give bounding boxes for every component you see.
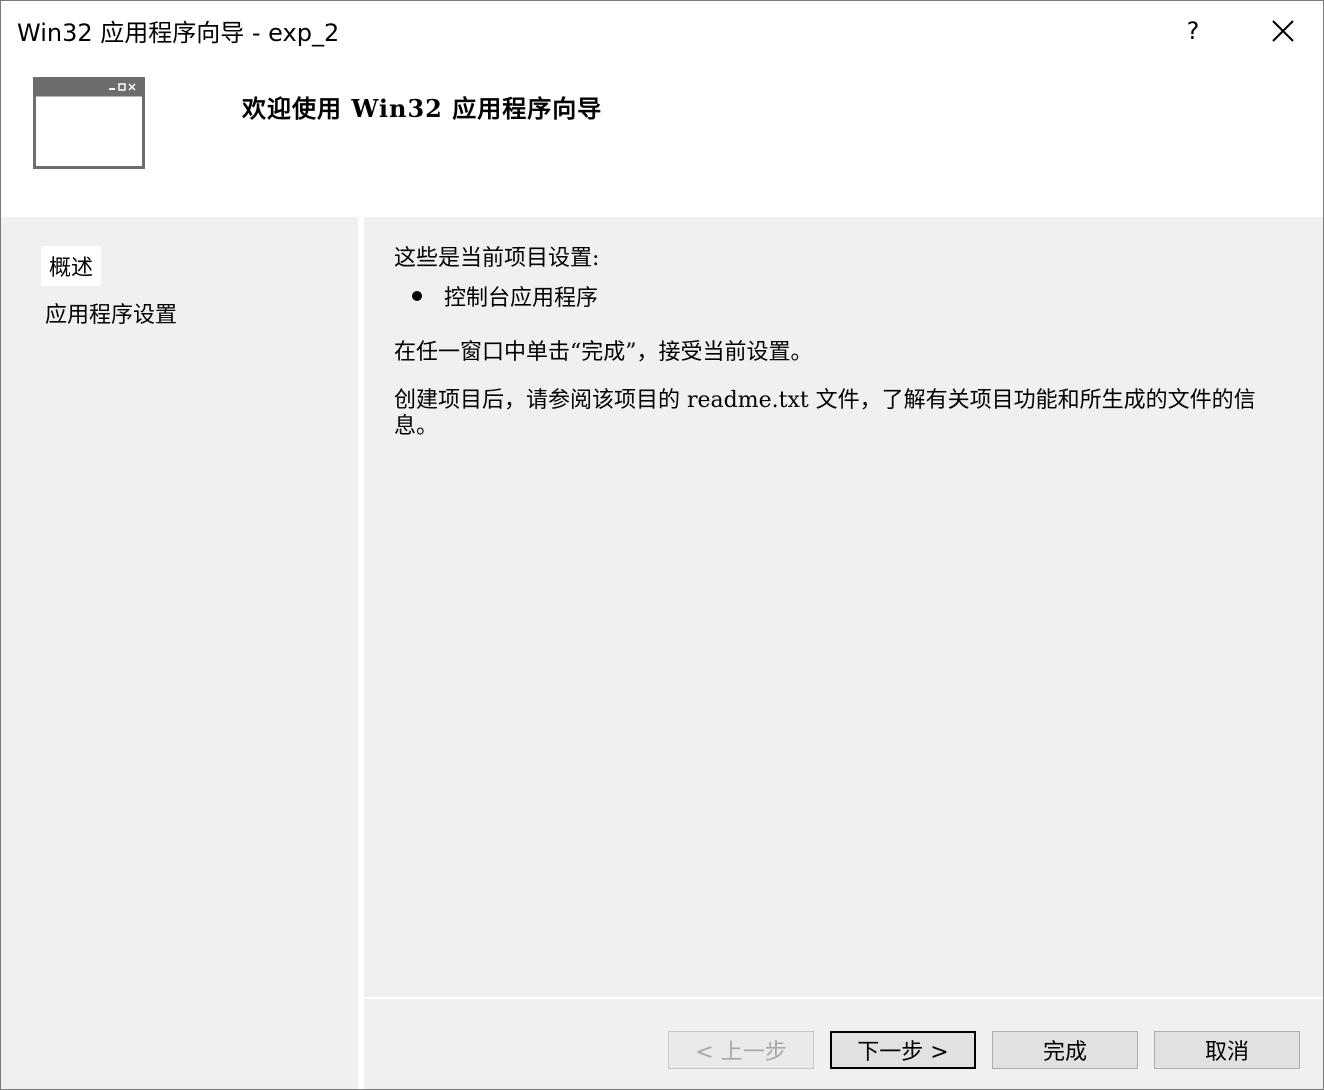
close-icon — [1272, 20, 1294, 42]
help-icon: ? — [1186, 17, 1200, 45]
settings-intro: 这些是当前项目设置: — [394, 246, 600, 271]
bullet-icon — [412, 291, 422, 301]
help-button[interactable]: ? — [1163, 1, 1223, 61]
cancel-button[interactable]: 取消 — [1154, 1031, 1300, 1069]
application-window-icon — [33, 77, 145, 169]
next-button[interactable]: 下一步 > — [830, 1031, 976, 1069]
close-button[interactable] — [1253, 1, 1313, 61]
previous-button[interactable]: < 上一步 — [668, 1031, 814, 1069]
finish-button[interactable]: 完成 — [992, 1031, 1138, 1069]
finish-hint: 在任一窗口中单击“完成”，接受当前设置。 — [394, 340, 813, 365]
sidebar-item-app-settings[interactable]: 应用程序设置 — [45, 297, 177, 329]
overview-panel: 这些是当前项目设置: 控制台应用程序 在任一窗口中单击“完成”，接受当前设置。 … — [364, 217, 1323, 997]
settings-item-label: 控制台应用程序 — [444, 286, 599, 311]
title-bar[interactable]: Win32 应用程序向导 - exp_2 ? — [1, 1, 1323, 61]
wizard-steps-sidebar — [1, 217, 358, 1089]
window-title: Win32 应用程序向导 - exp_2 — [17, 19, 340, 47]
wizard-header: 欢迎使用 Win32 应用程序向导 — [1, 61, 1323, 217]
wizard-window: Win32 应用程序向导 - exp_2 ? 欢迎使用 Win32 应用程序向导… — [0, 0, 1324, 1090]
button-bar: < 上一步 下一步 > 完成 取消 — [364, 999, 1323, 1089]
wizard-title: 欢迎使用 Win32 应用程序向导 — [242, 94, 603, 123]
sidebar-item-overview[interactable]: 概述 — [41, 246, 102, 286]
readme-hint: 创建项目后，请参阅该项目的 readme.txt 文件，了解有关项目功能和所生成… — [394, 388, 1256, 439]
settings-list-item: 控制台应用程序 — [412, 280, 598, 312]
